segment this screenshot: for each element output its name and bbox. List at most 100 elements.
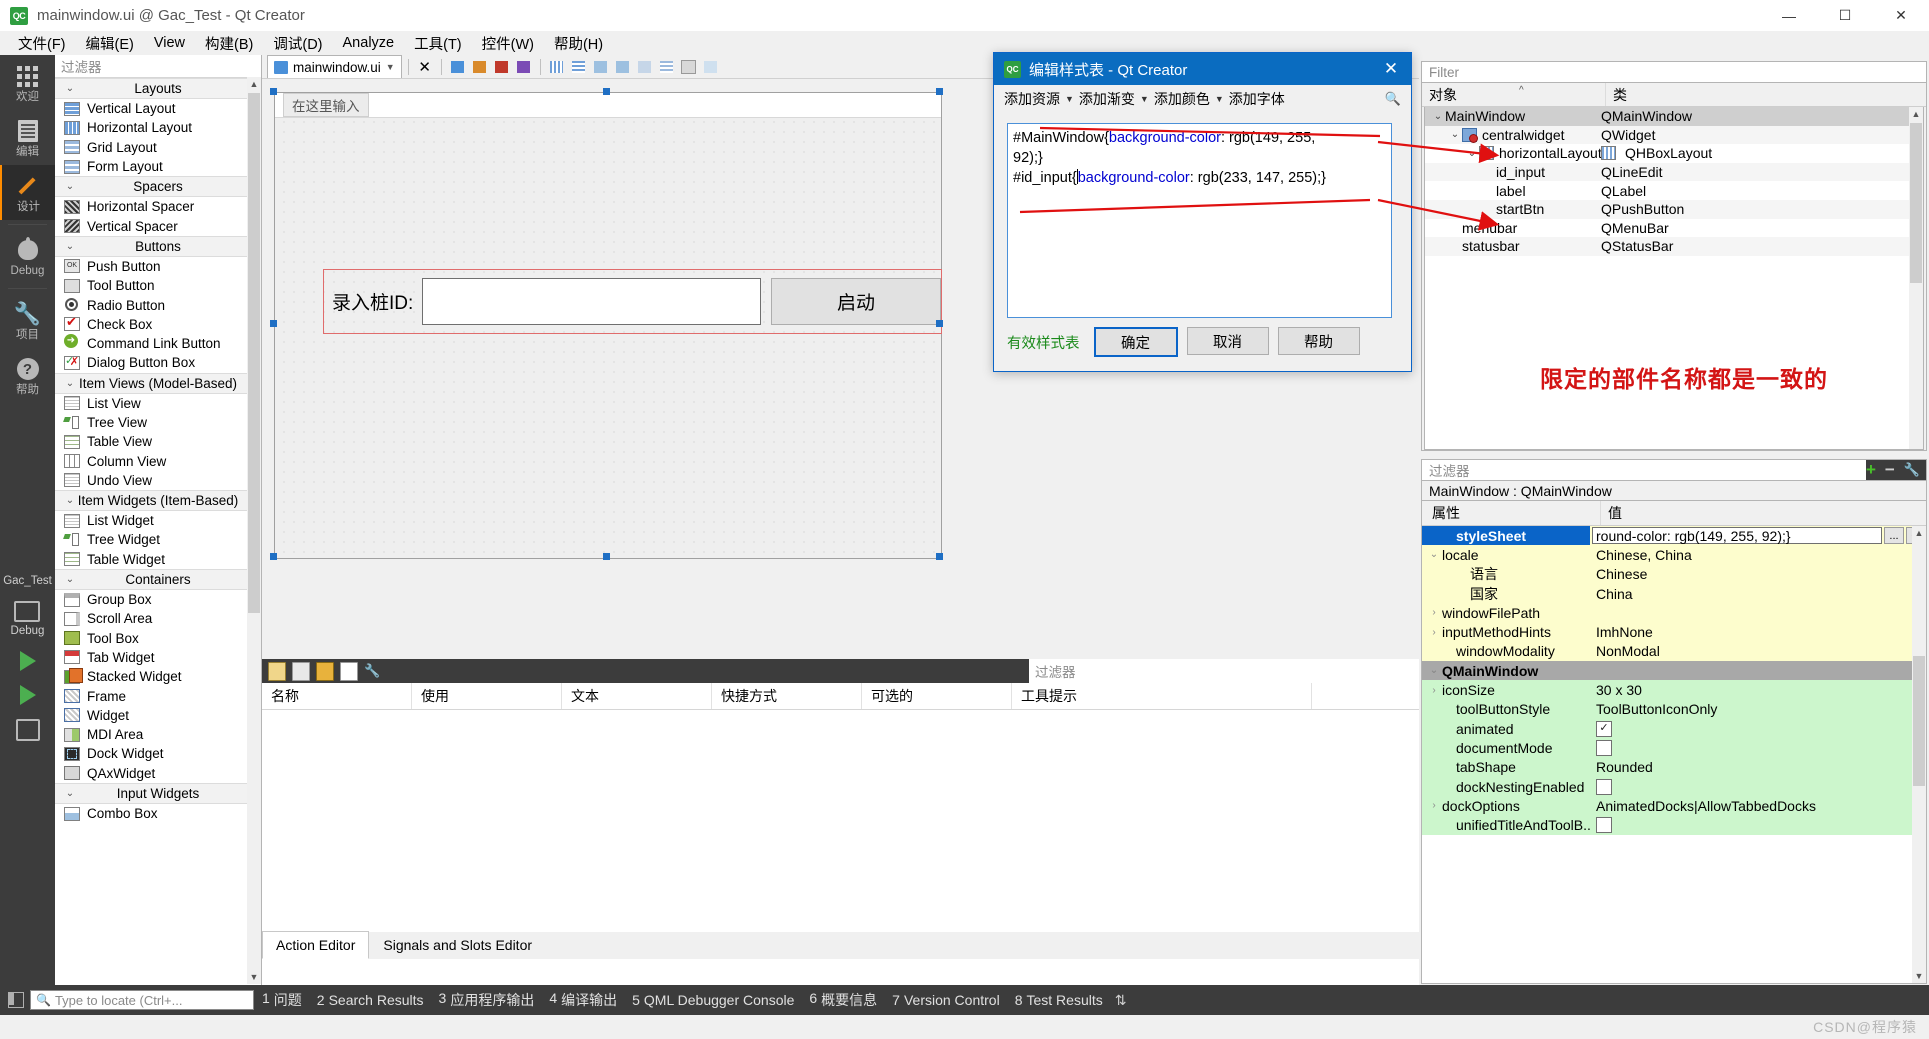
layout-vertically-icon[interactable] bbox=[569, 57, 589, 76]
resize-handle[interactable] bbox=[603, 88, 610, 95]
form-line-edit[interactable] bbox=[422, 278, 761, 325]
adjust-size-icon[interactable] bbox=[701, 57, 721, 76]
widget-item-grid-layout[interactable]: Grid Layout bbox=[55, 138, 261, 157]
widget-item-vertical-spacer[interactable]: Vertical Spacer bbox=[55, 216, 261, 235]
class-column-header[interactable]: 类 bbox=[1606, 83, 1926, 106]
widget-item-horizontal-spacer[interactable]: Horizontal Spacer bbox=[55, 197, 261, 216]
widget-item-table-widget[interactable]: Table Widget bbox=[55, 550, 261, 569]
form-horizontal-layout[interactable]: 录入桩ID: 启动 bbox=[323, 269, 942, 334]
scrollbar-thumb[interactable] bbox=[248, 93, 260, 613]
property-checkbox[interactable] bbox=[1596, 739, 1612, 756]
mode-帮助[interactable]: ? 帮助 bbox=[0, 348, 55, 403]
edit-buddies-icon[interactable] bbox=[492, 57, 512, 76]
property-row-windowFilePath[interactable]: › windowFilePath bbox=[1422, 603, 1926, 623]
debug-run-icon[interactable] bbox=[19, 685, 36, 705]
property-row-unifiedTitleAndToolB...[interactable]: unifiedTitleAndToolB... bbox=[1422, 815, 1926, 835]
object-row-centralwidget[interactable]: ⌄ centralwidget QWidget bbox=[1425, 125, 1923, 145]
delete-action-icon[interactable] bbox=[340, 661, 358, 681]
configure-icon[interactable]: 🔧 bbox=[1904, 462, 1920, 478]
mode-项目[interactable]: 🔧 项目 bbox=[0, 293, 55, 348]
widget-item-undo-view[interactable]: Undo View bbox=[55, 471, 261, 490]
mode-Debug[interactable]: Debug bbox=[0, 229, 55, 284]
main-window-form[interactable]: 在这里输入 录入桩ID: 启动 bbox=[274, 92, 942, 559]
color-picker-icon[interactable]: 🔍 bbox=[1385, 91, 1401, 107]
dialog-tool-0[interactable]: 添加资源 bbox=[1004, 89, 1060, 109]
edit-tab-order-icon[interactable] bbox=[514, 57, 534, 76]
chevron-down-icon[interactable]: ⌄ bbox=[1448, 129, 1462, 140]
open-document-tab[interactable]: mainwindow.ui ▼ bbox=[267, 55, 402, 78]
run-icon[interactable] bbox=[19, 651, 36, 671]
output-pane-4[interactable]: 4 编译输出 bbox=[549, 990, 617, 1010]
object-row-startBtn[interactable]: startBtn QPushButton bbox=[1425, 199, 1923, 219]
layout-splitter-h-icon[interactable] bbox=[591, 57, 611, 76]
dialog-close-icon[interactable]: ✕ bbox=[1371, 53, 1411, 85]
chevron-right-icon[interactable]: › bbox=[1426, 627, 1442, 638]
menubar-placeholder[interactable]: 在这里输入 bbox=[283, 93, 369, 117]
menu-item-1[interactable]: 编辑(E) bbox=[76, 30, 144, 57]
property-row-locale[interactable]: ⌄ locale Chinese, China bbox=[1422, 545, 1926, 565]
widget-item-push-button[interactable]: OK Push Button bbox=[55, 257, 261, 276]
chevron-down-icon[interactable]: ▼ bbox=[386, 62, 395, 72]
widget-item-tree-view[interactable]: Tree View bbox=[55, 413, 261, 432]
menu-item-5[interactable]: Analyze bbox=[333, 32, 405, 54]
layout-grid-icon[interactable] bbox=[657, 57, 677, 76]
widget-item-column-view[interactable]: Column View bbox=[55, 451, 261, 470]
widget-item-scroll-area[interactable]: Scroll Area bbox=[55, 609, 261, 628]
chevron-down-icon[interactable]: ▼ bbox=[1215, 94, 1224, 104]
property-value[interactable]: 30 x 30 bbox=[1590, 680, 1926, 700]
mode-欢迎[interactable]: 欢迎 bbox=[0, 55, 55, 110]
dialog-tool-2[interactable]: 添加颜色 bbox=[1154, 89, 1210, 109]
resize-handle[interactable] bbox=[936, 553, 943, 560]
action-filter-input[interactable]: 过滤器 bbox=[1029, 659, 1419, 683]
object-row-id_input[interactable]: id_input QLineEdit bbox=[1425, 162, 1923, 182]
scroll-up-icon[interactable]: ▲ bbox=[247, 77, 261, 91]
break-layout-icon[interactable] bbox=[679, 57, 699, 76]
widget-box-list[interactable]: ⌄ Layouts Vertical Layout Horizontal Layout… bbox=[55, 78, 261, 985]
property-value[interactable]: Chinese bbox=[1590, 564, 1926, 584]
menu-item-0[interactable]: 文件(F) bbox=[8, 30, 76, 57]
close-document-icon[interactable]: ✕ bbox=[415, 57, 435, 76]
property-row-windowModality[interactable]: windowModality NonModal bbox=[1422, 641, 1926, 662]
widget-item-dialog-button-box[interactable]: Dialog Button Box bbox=[55, 353, 261, 372]
action-column-1[interactable]: 使用 bbox=[412, 683, 562, 709]
chevron-right-icon[interactable]: › bbox=[1426, 685, 1442, 696]
widget-item-list-widget[interactable]: List Widget bbox=[55, 511, 261, 530]
property-value[interactable]: China bbox=[1590, 583, 1926, 604]
property-value[interactable]: Chinese, China bbox=[1590, 545, 1926, 565]
menu-item-7[interactable]: 控件(W) bbox=[472, 30, 544, 57]
close-icon[interactable]: ✕ bbox=[1873, 0, 1929, 31]
layout-form-icon[interactable] bbox=[635, 57, 655, 76]
property-value[interactable]: ToolButtonIconOnly bbox=[1590, 699, 1926, 719]
remove-property-icon[interactable]: − bbox=[1885, 461, 1895, 478]
widget-item-tree-widget[interactable]: Tree Widget bbox=[55, 530, 261, 549]
minimize-icon[interactable]: — bbox=[1761, 0, 1817, 31]
widget-group-buttons[interactable]: ⌄ Buttons bbox=[55, 235, 261, 257]
widget-item-command-link-button[interactable]: Command Link Button bbox=[55, 333, 261, 353]
build-icon[interactable] bbox=[15, 719, 40, 741]
property-row-animated[interactable]: animated ✓ bbox=[1422, 718, 1926, 739]
menu-item-4[interactable]: 调试(D) bbox=[263, 30, 332, 57]
property-row-inputMethodHints[interactable]: › inputMethodHints ImhNone bbox=[1422, 622, 1926, 642]
object-column-header[interactable]: 对象 ^ bbox=[1422, 83, 1606, 106]
widget-item-check-box[interactable]: Check Box bbox=[55, 314, 261, 334]
action-column-2[interactable]: 文本 bbox=[562, 683, 712, 709]
property-row-QMainWindow[interactable]: ⌄ QMainWindow bbox=[1422, 661, 1926, 681]
property-value[interactable]: AnimatedDocks|AllowTabbedDocks bbox=[1590, 796, 1926, 816]
output-pane-updown-icon[interactable]: ⇅ bbox=[1115, 992, 1127, 1009]
resize-handle[interactable] bbox=[270, 553, 277, 560]
chevron-right-icon[interactable]: › bbox=[1426, 800, 1442, 811]
resize-handle[interactable] bbox=[936, 88, 943, 95]
stylesheet-value-editor[interactable]: round-color: rgb(149, 255, 92);} bbox=[1592, 527, 1882, 545]
widget-item-combo-box[interactable]: Combo Box bbox=[55, 804, 261, 823]
widget-group-item-widgets-item-based-[interactable]: ⌄ Item Widgets (Item-Based) bbox=[55, 490, 261, 512]
property-value[interactable] bbox=[1590, 603, 1926, 623]
stylesheet-text-editor[interactable]: #MainWindow{background-color: rgb(149, 2… bbox=[1007, 123, 1392, 318]
widget-item-tab-widget[interactable]: Tab Widget bbox=[55, 648, 261, 667]
resize-handle[interactable] bbox=[270, 88, 277, 95]
chevron-down-icon[interactable]: ▼ bbox=[1140, 94, 1149, 104]
property-row-国家[interactable]: 国家 China bbox=[1422, 583, 1926, 604]
chevron-down-icon[interactable]: ⌄ bbox=[1426, 549, 1442, 560]
output-pane-3[interactable]: 3 应用程序输出 bbox=[439, 990, 535, 1010]
new-action-icon[interactable] bbox=[268, 661, 286, 681]
widget-item-horizontal-layout[interactable]: Horizontal Layout bbox=[55, 118, 261, 137]
